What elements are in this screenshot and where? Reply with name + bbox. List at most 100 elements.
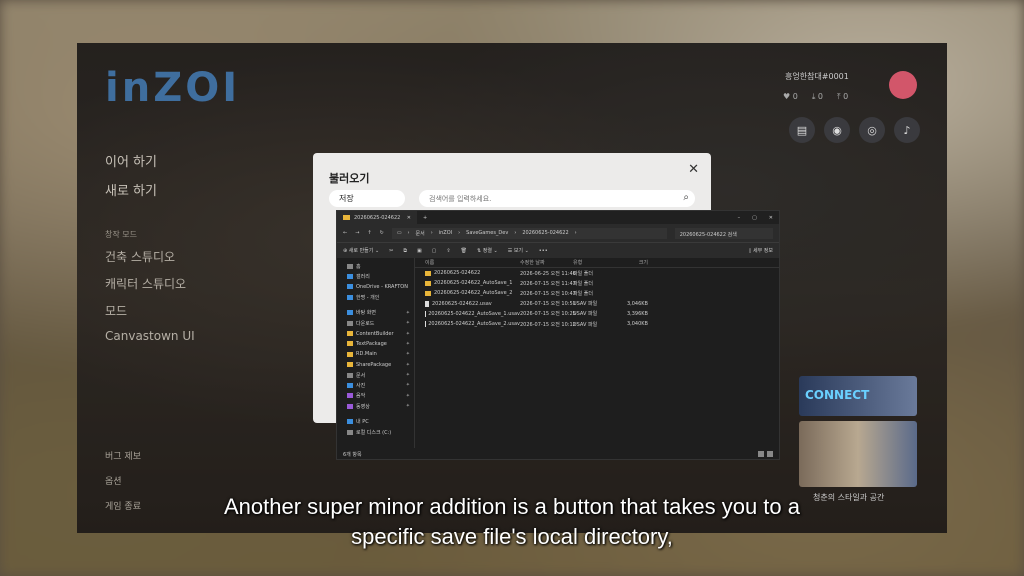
sidebar-item[interactable]: OneDrive - KRAFTON xyxy=(337,282,414,292)
inzoi-logo: inZOI xyxy=(105,65,241,111)
column-size[interactable]: 크기 xyxy=(618,259,648,266)
folder-icon xyxy=(425,280,431,286)
promo-banner-connect[interactable]: CONNECT xyxy=(799,376,917,416)
canvastown-button[interactable]: Canvastown UI xyxy=(105,329,195,343)
discord-icon[interactable]: ◉ xyxy=(824,117,850,143)
column-name[interactable]: 이름 xyxy=(415,259,520,266)
explorer-tab[interactable]: 20260625-024622 ✕ xyxy=(337,211,417,224)
sidebar-item[interactable]: 음악 ✦ xyxy=(337,391,414,401)
explorer-search-input[interactable]: 20260625-024622 검색 xyxy=(674,227,773,239)
table-row[interactable]: 20260625-024622_AutoSave_2 2026-07-15 오전 … xyxy=(415,288,779,298)
sidebar-item[interactable]: RD.Main ✦ xyxy=(337,349,414,359)
paste-icon[interactable]: ▣ xyxy=(417,248,422,254)
sidebar-item[interactable]: 바탕 화면 ✦ xyxy=(337,308,414,318)
folder-icon xyxy=(347,419,353,425)
type-cell: 파일 폴더 xyxy=(573,290,593,297)
breadcrumb-item[interactable]: inZOI xyxy=(439,230,452,236)
breadcrumb-item[interactable]: SaveGames_Dev xyxy=(466,230,508,236)
folder-icon xyxy=(343,215,350,220)
sidebar-item-label: 바탕 화면 xyxy=(356,310,376,317)
canvas-icon[interactable]: ◎ xyxy=(859,117,885,143)
sidebar-item[interactable]: TextPackage ✦ xyxy=(337,339,414,349)
new-game-button[interactable]: 새로 하기 xyxy=(105,180,195,199)
character-studio-button[interactable]: 캐릭터 스튜디오 xyxy=(105,275,195,292)
status-bar: 6개 항목 xyxy=(337,449,779,459)
forward-arrow-icon[interactable]: → xyxy=(355,230,359,236)
view-toggle xyxy=(758,451,773,457)
sidebar-item-label: 홈 xyxy=(356,263,361,270)
sidebar-item[interactable]: 홈 xyxy=(337,261,414,271)
bell-icon[interactable]: ♪ xyxy=(894,117,920,143)
refresh-icon[interactable]: ↻ xyxy=(380,230,384,236)
sidebar-item[interactable]: 사진 ✦ xyxy=(337,380,414,390)
up-arrow-icon[interactable]: ↑ xyxy=(367,230,371,236)
sidebar-item-label: 한명 - 개인 xyxy=(356,294,380,301)
maximize-button[interactable]: ▢ xyxy=(752,215,757,221)
close-icon[interactable]: ✕ xyxy=(688,162,699,177)
stat-uploads: ⤒ 0 xyxy=(837,92,849,101)
build-studio-button[interactable]: 건축 스튜디오 xyxy=(105,248,195,265)
file-explorer-window: 20260625-024622 ✕ + – ▢ ✕ ← → ↑ ↻ ▭ › 문서… xyxy=(336,210,780,460)
folder-icon xyxy=(347,372,353,378)
table-row[interactable]: 20260625-024622_AutoSave_1 2026-07-15 오전 … xyxy=(415,278,779,288)
window-close-button[interactable]: ✕ xyxy=(769,215,773,221)
details-view-icon[interactable] xyxy=(758,451,764,457)
folder-icon xyxy=(347,310,353,316)
table-row[interactable]: 20260625-024622_AutoSave_1.usav 2026-07-1… xyxy=(415,309,779,319)
details-button[interactable]: ▯ 세부 정보 xyxy=(749,247,773,254)
more-button[interactable]: ••• xyxy=(539,248,548,254)
bug-report-button[interactable]: 버그 제보 xyxy=(105,449,141,462)
tiles-view-icon[interactable] xyxy=(767,451,773,457)
avatar[interactable] xyxy=(889,71,917,99)
tab-saves[interactable]: 저장 xyxy=(329,190,405,207)
minimize-button[interactable]: – xyxy=(738,215,741,221)
tab-close-icon[interactable]: ✕ xyxy=(407,215,411,221)
size-cell: 3,396KB xyxy=(626,310,648,317)
copy-icon[interactable]: ⧉ xyxy=(403,248,407,254)
sidebar-item[interactable]: 갤러리 xyxy=(337,271,414,281)
date-cell: 2026-07-15 오전 10:25 xyxy=(520,311,576,318)
sidebar-item[interactable]: 한명 - 개인 xyxy=(337,292,414,302)
rename-icon[interactable]: ▢ xyxy=(432,248,437,254)
continue-button[interactable]: 이어 하기 xyxy=(105,151,195,170)
folder-icon xyxy=(347,429,353,435)
file-list: 이름 수정한 날짜 유형 크기 20260625-024622 2026-06-2… xyxy=(415,258,779,448)
file-name-cell: 20260625-024622.usav xyxy=(415,300,520,307)
sidebar-item-label: ContentBuilder xyxy=(356,330,394,337)
mods-button[interactable]: 모드 xyxy=(105,302,195,319)
sidebar-item[interactable]: 로컬 디스크 (C:) xyxy=(337,427,414,437)
sidebar-item[interactable]: 동영상 ✦ xyxy=(337,401,414,411)
file-icon xyxy=(425,300,429,307)
promo-banner-image[interactable] xyxy=(799,421,917,487)
sidebar-item[interactable]: ContentBuilder ✦ xyxy=(337,328,414,338)
top-icon-bar: ▤ ◉ ◎ ♪ xyxy=(789,117,920,143)
new-button[interactable]: ⊕ 새로 만들기 ⌄ xyxy=(343,247,379,254)
cut-icon[interactable]: ✂ xyxy=(389,248,393,254)
notes-icon[interactable]: ▤ xyxy=(789,117,815,143)
sort-button[interactable]: ⇅ 정렬 ⌄ xyxy=(477,247,498,254)
sidebar-item[interactable]: 문서 ✦ xyxy=(337,370,414,380)
view-button[interactable]: ☰ 보기 ⌄ xyxy=(508,247,529,254)
breadcrumb-item[interactable]: 20260625-024622 xyxy=(522,230,568,236)
sidebar-item[interactable]: SharePackage ✦ xyxy=(337,360,414,370)
table-row[interactable]: 20260625-024622 2026-06-25 오전 11:46 파일 폴더 xyxy=(415,268,779,278)
table-row[interactable]: 20260625-024622.usav 2026-07-15 오전 10:51 U… xyxy=(415,299,779,309)
breadcrumb-item[interactable]: 문서 xyxy=(416,230,425,237)
folder-icon xyxy=(347,263,353,269)
date-cell: 2026-07-15 오전 10:12 xyxy=(520,321,576,328)
delete-icon[interactable]: 🗑 xyxy=(461,248,467,254)
address-bar[interactable]: ▭ › 문서 › inZOI › SaveGames_Dev › 2026062… xyxy=(391,227,667,239)
options-button[interactable]: 옵션 xyxy=(105,474,141,487)
column-date[interactable]: 수정한 날짜 xyxy=(520,259,573,266)
new-tab-button[interactable]: + xyxy=(417,215,433,221)
share-icon[interactable]: ⇪ xyxy=(446,248,450,254)
search-input[interactable] xyxy=(419,190,695,207)
creative-mode-label: 창작 모드 xyxy=(105,230,137,239)
column-type[interactable]: 유형 xyxy=(573,259,618,266)
search-icon[interactable]: ⌕ xyxy=(683,192,689,203)
sidebar-item[interactable]: 내 PC xyxy=(337,416,414,426)
back-arrow-icon[interactable]: ← xyxy=(343,230,347,236)
sidebar-item[interactable]: 다운로드 ✦ xyxy=(337,318,414,328)
table-row[interactable]: 20260625-024622_AutoSave_2.usav 2026-07-1… xyxy=(415,319,779,329)
sidebar-item-label: 내 PC xyxy=(356,419,369,426)
